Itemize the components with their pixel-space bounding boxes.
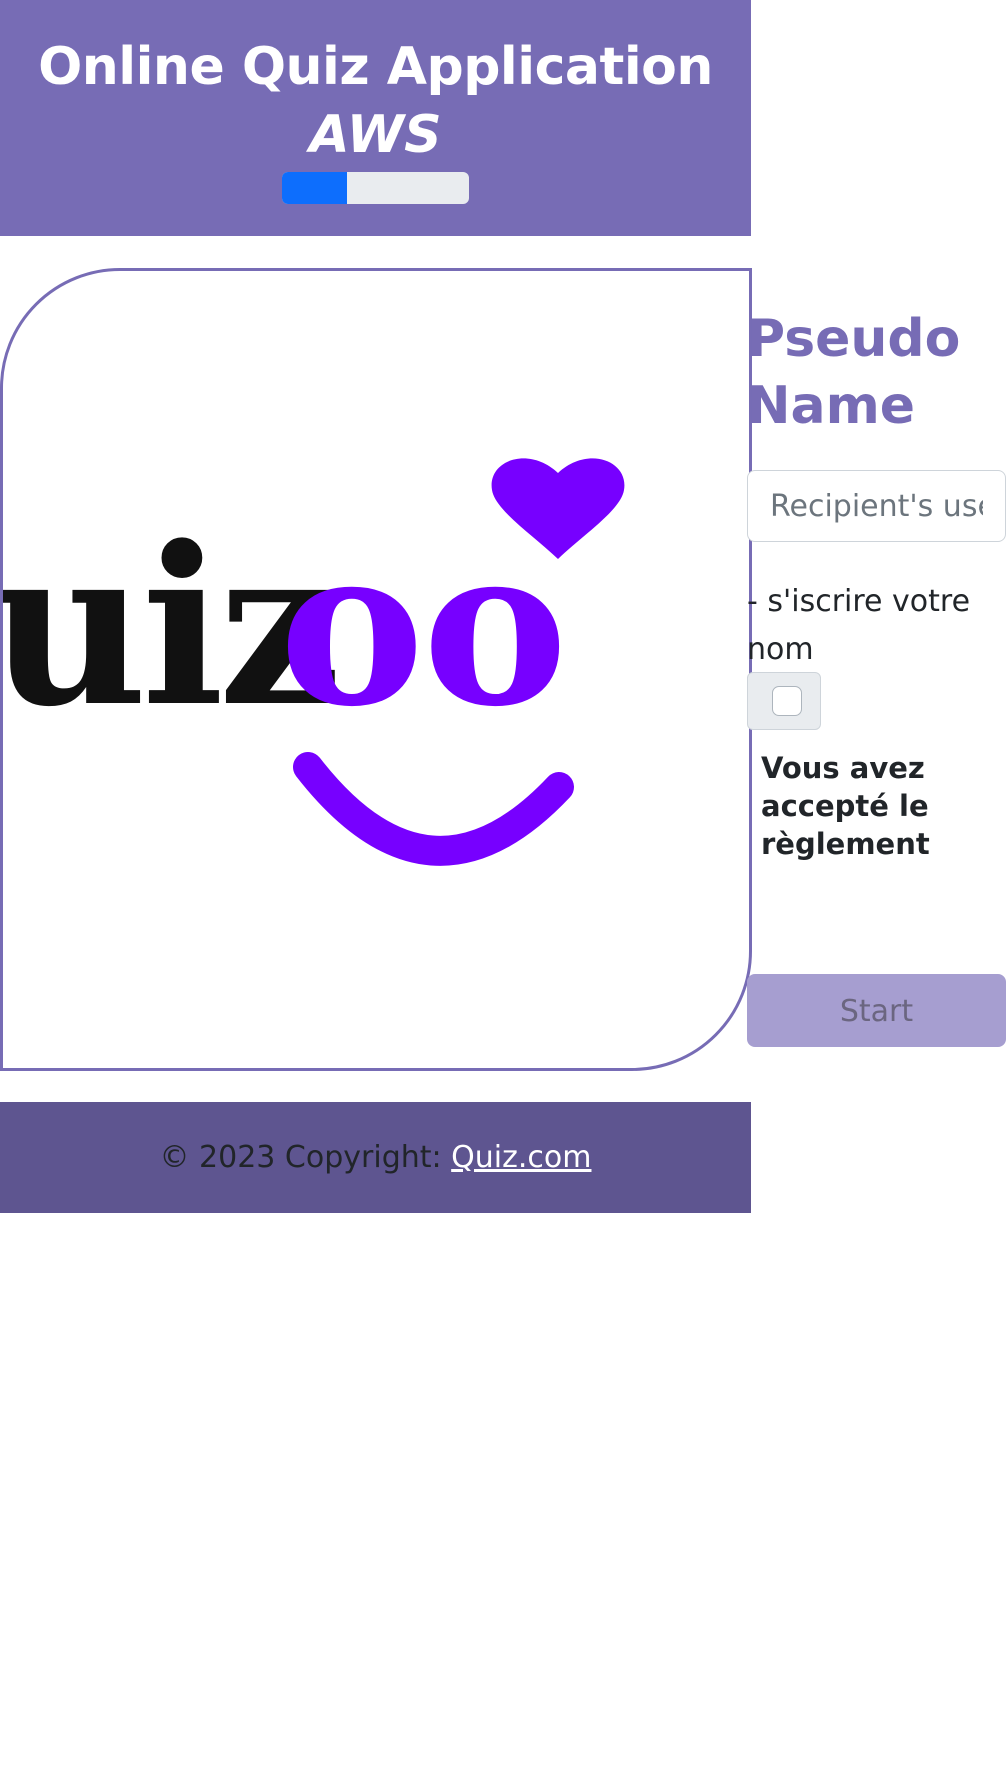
- pseudo-name-title: Pseudo Name: [747, 306, 1006, 440]
- page-header: Online Quiz Application AWS: [0, 0, 751, 236]
- pseudo-title-line1: Pseudo: [747, 309, 961, 369]
- progress-bar: [282, 172, 469, 204]
- progress-bar-fill: [282, 172, 348, 204]
- quiz-link[interactable]: Quiz.com: [451, 1140, 591, 1175]
- quizoo-logo: uiz oo: [3, 458, 625, 866]
- username-input[interactable]: [747, 470, 1006, 542]
- logo-text-accent: oo: [279, 499, 566, 755]
- quiz-logo-card: uiz oo: [0, 268, 752, 1071]
- app-title: Online Quiz Application: [38, 37, 713, 97]
- app-subtitle: AWS: [309, 105, 442, 165]
- page-footer: © 2023 Copyright: Quiz.com: [0, 1102, 751, 1213]
- smile-icon: [293, 752, 574, 866]
- name-hint: - s'iscrire votre nom: [747, 584, 971, 667]
- pseudo-title-line2: Name: [747, 376, 916, 436]
- start-button[interactable]: Start: [747, 974, 1006, 1047]
- copyright-text: © 2023 Copyright:: [159, 1140, 452, 1175]
- rules-checkbox-label: Vous avez accepté le règlement: [761, 751, 930, 861]
- rules-checkbox[interactable]: [772, 686, 802, 716]
- rules-checkbox-group: [747, 672, 821, 730]
